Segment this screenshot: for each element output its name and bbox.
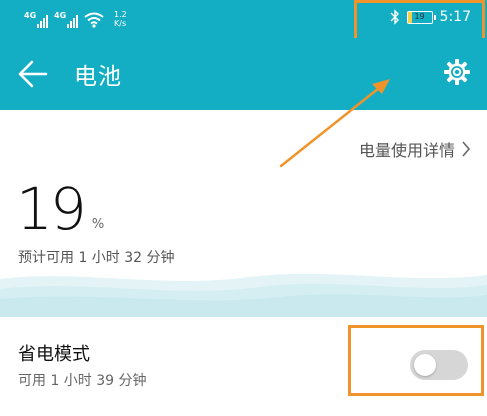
- network-speed-value: 1.2: [114, 10, 127, 19]
- network-speed-unit: K/s: [114, 19, 127, 28]
- annotation-box-toggle: [348, 325, 484, 396]
- signal-icon: 4G: [54, 11, 78, 28]
- signal-network-label: 4G: [54, 11, 67, 20]
- battery-percent-value: 19: [16, 175, 87, 243]
- battery-percent-display: 19 %: [16, 180, 104, 238]
- usage-details-label: 电量使用详情: [358, 141, 455, 160]
- gear-icon[interactable]: [443, 58, 471, 86]
- percent-sign: %: [91, 217, 105, 232]
- power-saving-subtitle: 可用 1 小时 39 分钟: [18, 373, 147, 389]
- annotation-box-status: [354, 0, 485, 43]
- page-title: 电池: [74, 64, 122, 90]
- usage-details-link[interactable]: 电量使用详情: [359, 137, 471, 161]
- estimated-remaining-time: 预计可用 1 小时 32 分钟: [18, 250, 175, 266]
- status-left: 4G 4G 1.2 K/s: [24, 10, 127, 28]
- power-saving-title: 省电模式: [18, 344, 90, 365]
- wifi-icon: [84, 12, 104, 28]
- app-bar: 电池: [0, 38, 487, 110]
- network-speed: 1.2 K/s: [114, 10, 127, 28]
- back-arrow-icon[interactable]: [16, 58, 50, 90]
- wave-decoration: [0, 265, 487, 317]
- signal-network-label: 4G: [24, 11, 37, 20]
- signal-icon: 4G: [24, 11, 48, 28]
- chevron-right-icon: [462, 141, 471, 157]
